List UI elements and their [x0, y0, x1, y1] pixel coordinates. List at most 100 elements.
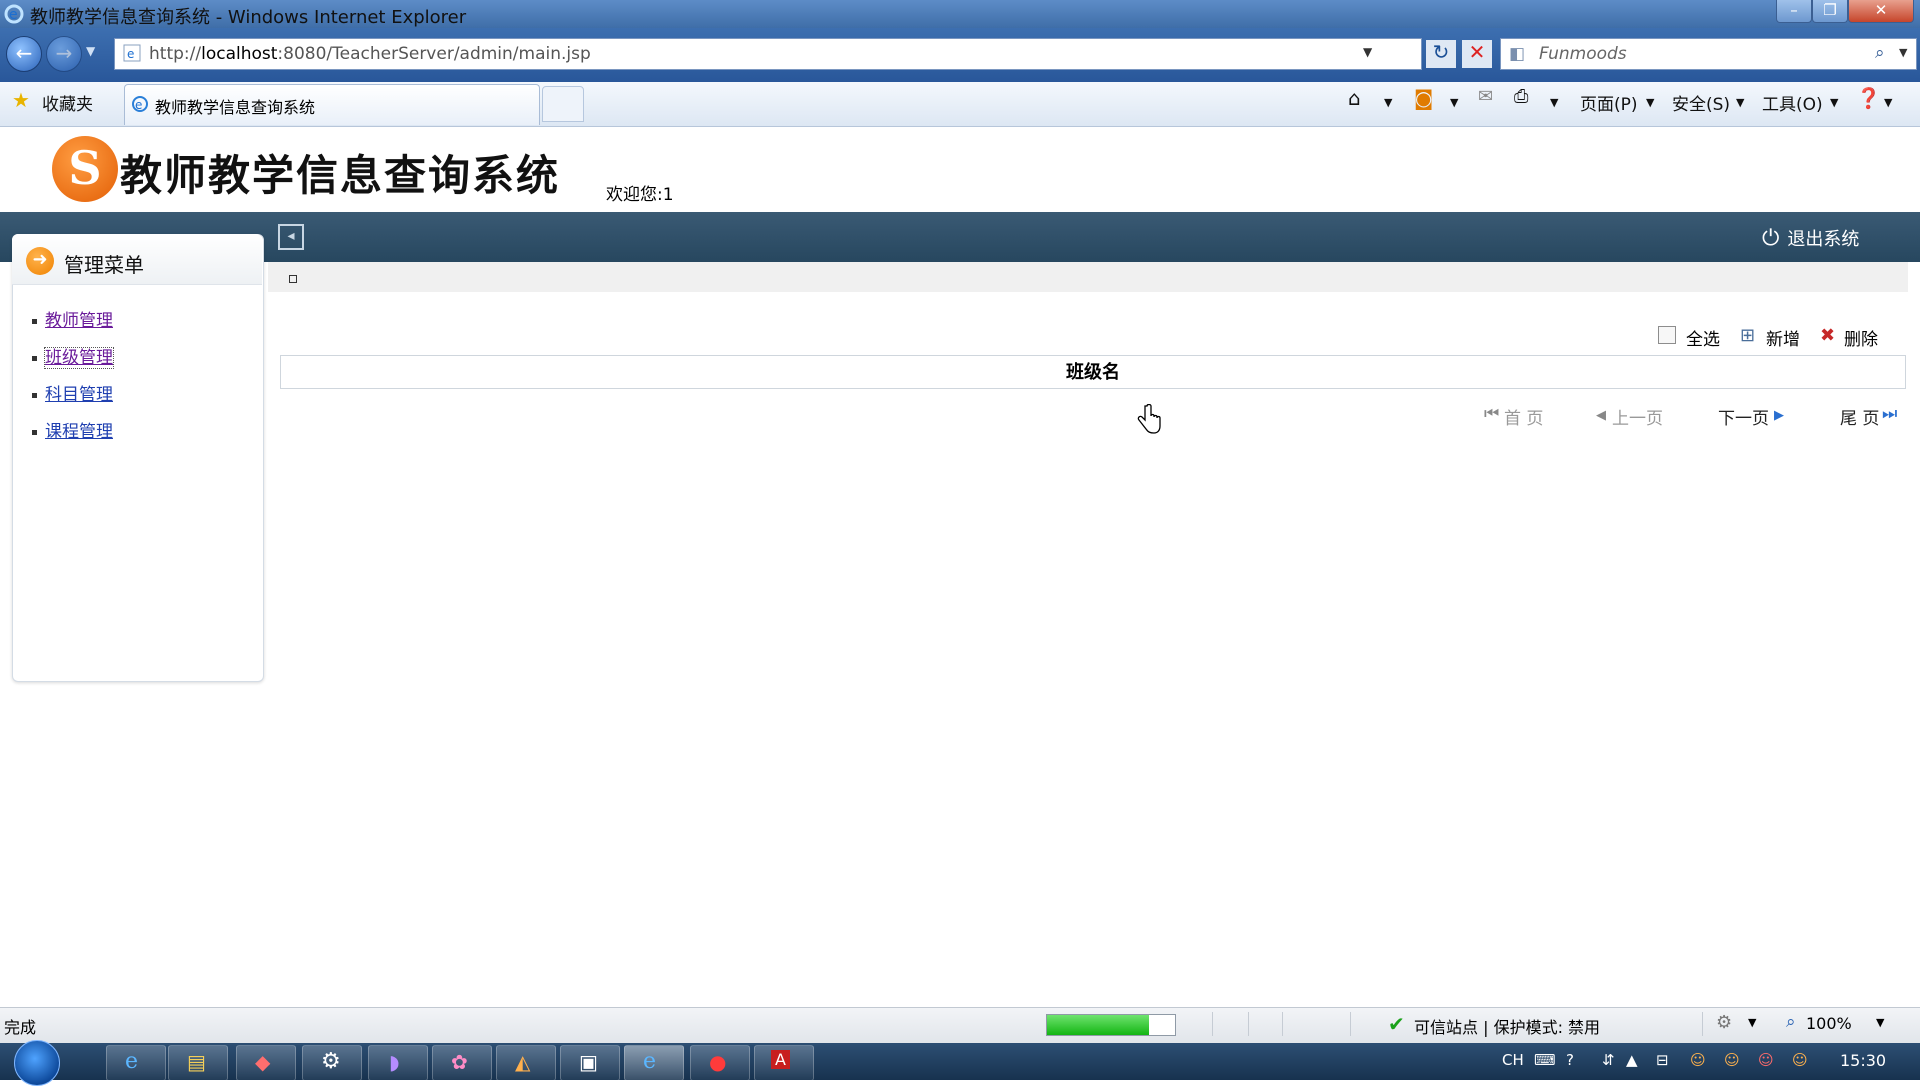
sidebar-link-subject[interactable]: 科目管理 — [45, 385, 113, 405]
status-separator — [1702, 1012, 1703, 1036]
mail-icon[interactable]: ✉ — [1478, 86, 1493, 107]
qq-icon[interactable]: ☺ — [1690, 1051, 1706, 1069]
network-icon[interactable]: ⊟ — [1656, 1051, 1669, 1069]
zoom-level[interactable]: 100% — [1806, 1014, 1852, 1033]
search-icon[interactable]: ⌕ — [1875, 43, 1885, 63]
clock[interactable]: 15:30 — [1840, 1051, 1886, 1070]
search-box[interactable]: ◧ Funmoods ⌕ ▼ — [1500, 38, 1917, 70]
arrow-right-icon: ➜ — [26, 247, 54, 275]
progress-fill — [1047, 1015, 1150, 1035]
taskbar-app-1[interactable]: ◆ — [236, 1045, 296, 1081]
zoom-dropdown-icon[interactable]: ▼ — [1876, 1016, 1884, 1029]
show-hidden-icons[interactable]: ▲ — [1626, 1051, 1638, 1069]
status-separator — [1248, 1012, 1249, 1036]
prev-page-button[interactable]: 上一页 — [1612, 404, 1663, 429]
feeds-dropdown-icon[interactable]: ▼ — [1450, 96, 1458, 109]
tray-app-icon[interactable]: ⇵ — [1602, 1051, 1615, 1069]
stop-icon[interactable]: ✕ — [1462, 40, 1492, 68]
prev-page-icon[interactable]: ◀ — [1596, 408, 1606, 423]
sidebar-item-course: 课程管理 — [32, 417, 113, 442]
svg-text:e: e — [135, 98, 142, 112]
maximize-button[interactable]: ❐ — [1812, 0, 1848, 23]
taskbar-ie-active[interactable]: e — [624, 1045, 684, 1081]
minimize-button[interactable]: – — [1776, 0, 1812, 23]
delete-icon[interactable]: ✖ — [1820, 325, 1835, 346]
address-bar[interactable]: e http://localhost:8080/TeacherServer/ad… — [114, 38, 1422, 70]
taskbar-app-5[interactable]: ▣ — [560, 1045, 620, 1081]
start-button[interactable] — [14, 1040, 60, 1086]
page-menu[interactable]: 页面(P) — [1580, 90, 1638, 115]
last-page-button[interactable]: 尾 页 — [1840, 404, 1879, 429]
forward-button[interactable]: → — [46, 36, 82, 72]
print-dropdown-icon[interactable]: ▼ — [1550, 96, 1558, 109]
favorites-button[interactable]: 收藏夹 — [42, 90, 93, 115]
qq-icon[interactable]: ☺ — [1724, 1051, 1740, 1069]
window-title: 教师教学信息查询系统 - Windows Internet Explorer — [30, 7, 467, 28]
welcome-text: 欢迎您:1 — [606, 185, 674, 205]
home-icon[interactable]: ⌂ — [1348, 86, 1361, 110]
next-page-icon[interactable]: ▶ — [1774, 408, 1784, 423]
page-menu-dropdown-icon[interactable]: ▼ — [1646, 96, 1654, 109]
feeds-icon[interactable]: ◙ — [1414, 86, 1433, 110]
help-tray-icon[interactable]: ? — [1566, 1051, 1574, 1069]
add-button[interactable]: 新增 — [1766, 325, 1800, 350]
taskbar-settings-app[interactable]: ⚙ — [302, 1045, 362, 1081]
sidebar-link-course[interactable]: 课程管理 — [45, 422, 113, 442]
first-page-button[interactable]: 首 页 — [1504, 404, 1543, 429]
logout-button[interactable]: ⏻ 退出系统 — [1762, 225, 1859, 251]
next-page-button[interactable]: 下一页 — [1718, 404, 1769, 429]
taskbar-explorer[interactable]: ▤ — [168, 1045, 228, 1081]
taskbar-app-2[interactable]: ◗ — [368, 1045, 428, 1081]
sidebar-link-class[interactable]: 班级管理 — [44, 347, 114, 369]
taskbar-app-4[interactable]: ◭ — [496, 1045, 556, 1081]
qq-icon[interactable]: ☺ — [1792, 1051, 1808, 1069]
svg-text:e: e — [127, 47, 134, 61]
app-icon: ◗ — [389, 1050, 400, 1074]
favorites-star-icon: ★ — [12, 88, 30, 112]
taskbar-app-3[interactable]: ✿ — [432, 1045, 492, 1081]
last-page-icon[interactable]: ⏭ — [1882, 404, 1897, 424]
print-icon[interactable]: ⎙ — [1514, 86, 1528, 107]
browser-tab[interactable]: e 教师教学信息查询系统 — [124, 84, 540, 125]
taskbar-app-6[interactable]: ● — [690, 1045, 750, 1081]
back-button[interactable]: ← — [6, 36, 42, 72]
collapse-sidebar-icon[interactable]: ◂ — [278, 224, 304, 250]
language-indicator[interactable]: CH — [1502, 1051, 1524, 1069]
history-dropdown-icon[interactable]: ▼ — [86, 44, 95, 58]
close-window-button[interactable]: ✕ — [1848, 0, 1914, 23]
frame-marker — [289, 275, 297, 283]
sidebar-link-teacher[interactable]: 教师管理 — [45, 311, 113, 331]
tools-menu[interactable]: 工具(O) — [1762, 90, 1823, 115]
help-dropdown-icon[interactable]: ▼ — [1884, 96, 1892, 109]
forward-arrow-icon: → — [55, 41, 73, 65]
select-all-checkbox[interactable] — [1658, 326, 1676, 344]
content-toolbar-strip — [268, 262, 1908, 292]
delete-button[interactable]: 删除 — [1844, 325, 1878, 350]
app-icon: ● — [709, 1050, 727, 1074]
sidebar-item-teacher: 教师管理 — [32, 306, 113, 331]
tools-menu-dropdown-icon[interactable]: ▼ — [1830, 96, 1838, 109]
app-icon: ✿ — [451, 1050, 468, 1074]
security-zone-text[interactable]: 可信站点 | 保护模式: 禁用 — [1414, 1014, 1600, 1038]
address-dropdown-icon[interactable]: ▼ — [1363, 45, 1372, 59]
taskbar-pdf[interactable]: A — [754, 1045, 814, 1081]
taskbar-ie-pinned[interactable]: e — [106, 1045, 166, 1081]
bullet — [32, 429, 37, 435]
safety-menu-dropdown-icon[interactable]: ▼ — [1736, 96, 1744, 109]
tab-ie-icon: e — [132, 96, 148, 112]
first-page-icon[interactable]: ⏮ — [1484, 404, 1499, 424]
check-icon: ✔ — [1388, 1012, 1405, 1036]
keyboard-icon[interactable]: ⌨ — [1534, 1051, 1556, 1069]
select-all-label[interactable]: 全选 — [1686, 325, 1720, 350]
qq-icon[interactable]: ☺ — [1758, 1051, 1774, 1069]
help-icon[interactable]: ❓ — [1856, 86, 1881, 110]
safety-menu[interactable]: 安全(S) — [1672, 90, 1730, 115]
home-dropdown-icon[interactable]: ▼ — [1384, 96, 1392, 109]
new-tab-button[interactable] — [542, 86, 584, 122]
bullet — [32, 355, 37, 361]
popup-blocker-icon[interactable]: ⚙ — [1716, 1012, 1732, 1033]
status-dropdown-icon[interactable]: ▼ — [1748, 1016, 1756, 1029]
add-icon[interactable]: ⊞ — [1740, 325, 1755, 346]
search-options-icon[interactable]: ▼ — [1899, 46, 1907, 59]
refresh-icon[interactable]: ↻ — [1426, 40, 1456, 68]
